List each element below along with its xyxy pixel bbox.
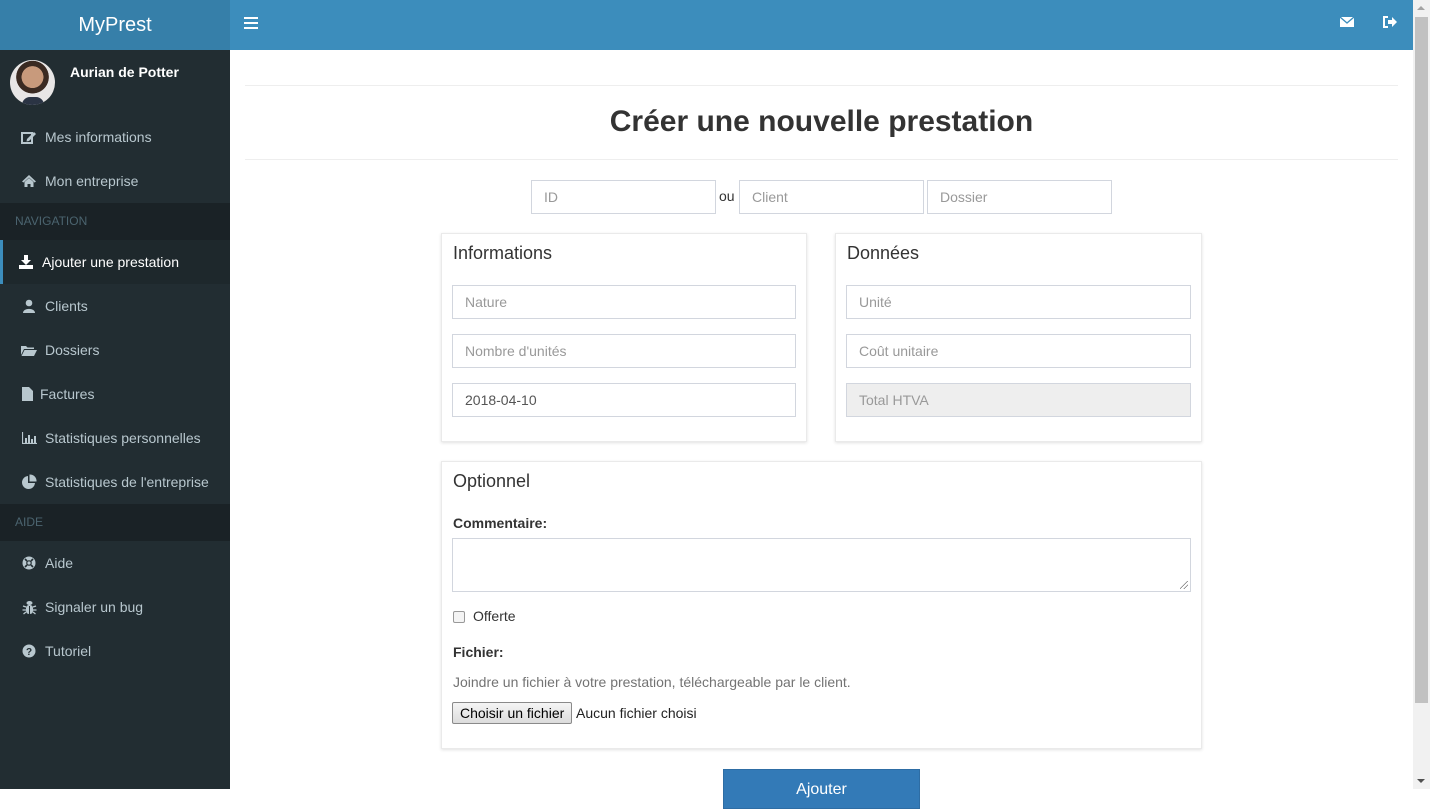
client-input[interactable]: Client <box>739 180 924 214</box>
sidebar-toggle-button[interactable] <box>244 17 258 31</box>
choose-file-button[interactable]: Choisir un fichier <box>452 702 573 724</box>
add-button[interactable]: Ajouter <box>723 769 920 809</box>
download-icon <box>18 255 34 269</box>
informations-title: Informations <box>453 243 553 263</box>
question-circle-icon: ? <box>21 644 37 658</box>
comment-label: Commentaire: <box>453 515 548 531</box>
sidebar-item-statistiques-entreprise[interactable]: Statistiques de l'entreprise <box>0 460 230 504</box>
top-navbar <box>230 0 1413 50</box>
sidebar-item-tutoriel[interactable]: ? Tutoriel <box>0 629 230 673</box>
edit-icon <box>21 130 37 144</box>
file-help-text: Joindre un fichier à votre prestation, t… <box>453 674 851 690</box>
home-icon <box>21 174 37 188</box>
or-label: ou <box>719 188 735 204</box>
user-icon <box>21 299 37 313</box>
sidebar-item-mes-informations[interactable]: Mes informations <box>0 115 230 159</box>
sidebar-item-statistiques-personnelles[interactable]: Statistiques personnelles <box>0 416 230 460</box>
sidebar: Aurian de Potter Mes informations Mon en… <box>0 50 230 789</box>
informations-panel: Informations Nature Nombre d'unités 2018… <box>441 233 807 442</box>
units-count-input[interactable]: Nombre d'unités <box>452 334 796 368</box>
nature-input[interactable]: Nature <box>452 285 796 319</box>
life-ring-icon <box>21 556 37 570</box>
sidebar-item-factures[interactable]: Factures <box>0 372 230 416</box>
donnees-panel: Données Unité Coût unitaire Total HTVA <box>835 233 1202 442</box>
user-name: Aurian de Potter <box>70 64 179 80</box>
unit-input[interactable]: Unité <box>846 285 1191 319</box>
date-input[interactable]: 2018-04-10 <box>452 383 796 417</box>
file-label: Fichier: <box>453 644 504 660</box>
comment-textarea[interactable] <box>452 538 1191 592</box>
divider <box>245 159 1398 160</box>
offered-label[interactable]: Offerte <box>473 608 516 624</box>
pie-chart-icon <box>21 474 37 490</box>
dossier-input[interactable]: Dossier <box>927 180 1112 214</box>
main-content: Créer une nouvelle prestation ID ou Clie… <box>230 50 1413 809</box>
scroll-down-arrow-icon[interactable] <box>1417 779 1425 783</box>
total-htva-input: Total HTVA <box>846 383 1191 417</box>
sidebar-item-signaler-bug[interactable]: Signaler un bug <box>0 585 230 629</box>
sidebar-item-clients[interactable]: Clients <box>0 284 230 328</box>
scroll-up-arrow-icon[interactable] <box>1417 6 1425 10</box>
bar-chart-icon <box>21 432 37 444</box>
scrollbar-thumb[interactable] <box>1415 17 1428 703</box>
sidebar-item-mon-entreprise[interactable]: Mon entreprise <box>0 159 230 203</box>
offered-checkbox[interactable] <box>453 611 465 623</box>
page-title: Créer une nouvelle prestation <box>609 105 1034 138</box>
file-status: Aucun fichier choisi <box>576 705 697 721</box>
resize-handle[interactable] <box>1180 581 1188 589</box>
sign-out-icon[interactable] <box>1382 15 1398 34</box>
sidebar-item-dossiers[interactable]: Dossiers <box>0 328 230 372</box>
unit-cost-input[interactable]: Coût unitaire <box>846 334 1191 368</box>
bars-icon <box>244 17 258 19</box>
menu-header-aide: AIDE <box>0 504 230 541</box>
folder-open-icon <box>21 344 37 357</box>
donnees-title: Données <box>847 243 920 263</box>
sidebar-item-ajouter-prestation[interactable]: Ajouter une prestation <box>0 240 230 284</box>
optionnel-panel: Optionnel Commentaire: Offerte Fichier: … <box>441 461 1202 749</box>
envelope-icon[interactable] <box>1339 15 1355 33</box>
menu-header-navigation: NAVIGATION <box>0 203 230 240</box>
page-scrollbar[interactable] <box>1413 0 1430 789</box>
divider <box>245 85 1398 86</box>
sidebar-item-aide[interactable]: Aide <box>0 541 230 585</box>
app-logo[interactable]: MyPrest <box>0 0 230 50</box>
bug-icon <box>21 600 37 615</box>
optionnel-title: Optionnel <box>453 471 531 491</box>
svg-text:?: ? <box>26 647 32 658</box>
avatar <box>10 60 55 105</box>
id-input[interactable]: ID <box>531 180 716 214</box>
user-panel: Aurian de Potter <box>0 50 230 115</box>
file-icon <box>21 387 33 401</box>
